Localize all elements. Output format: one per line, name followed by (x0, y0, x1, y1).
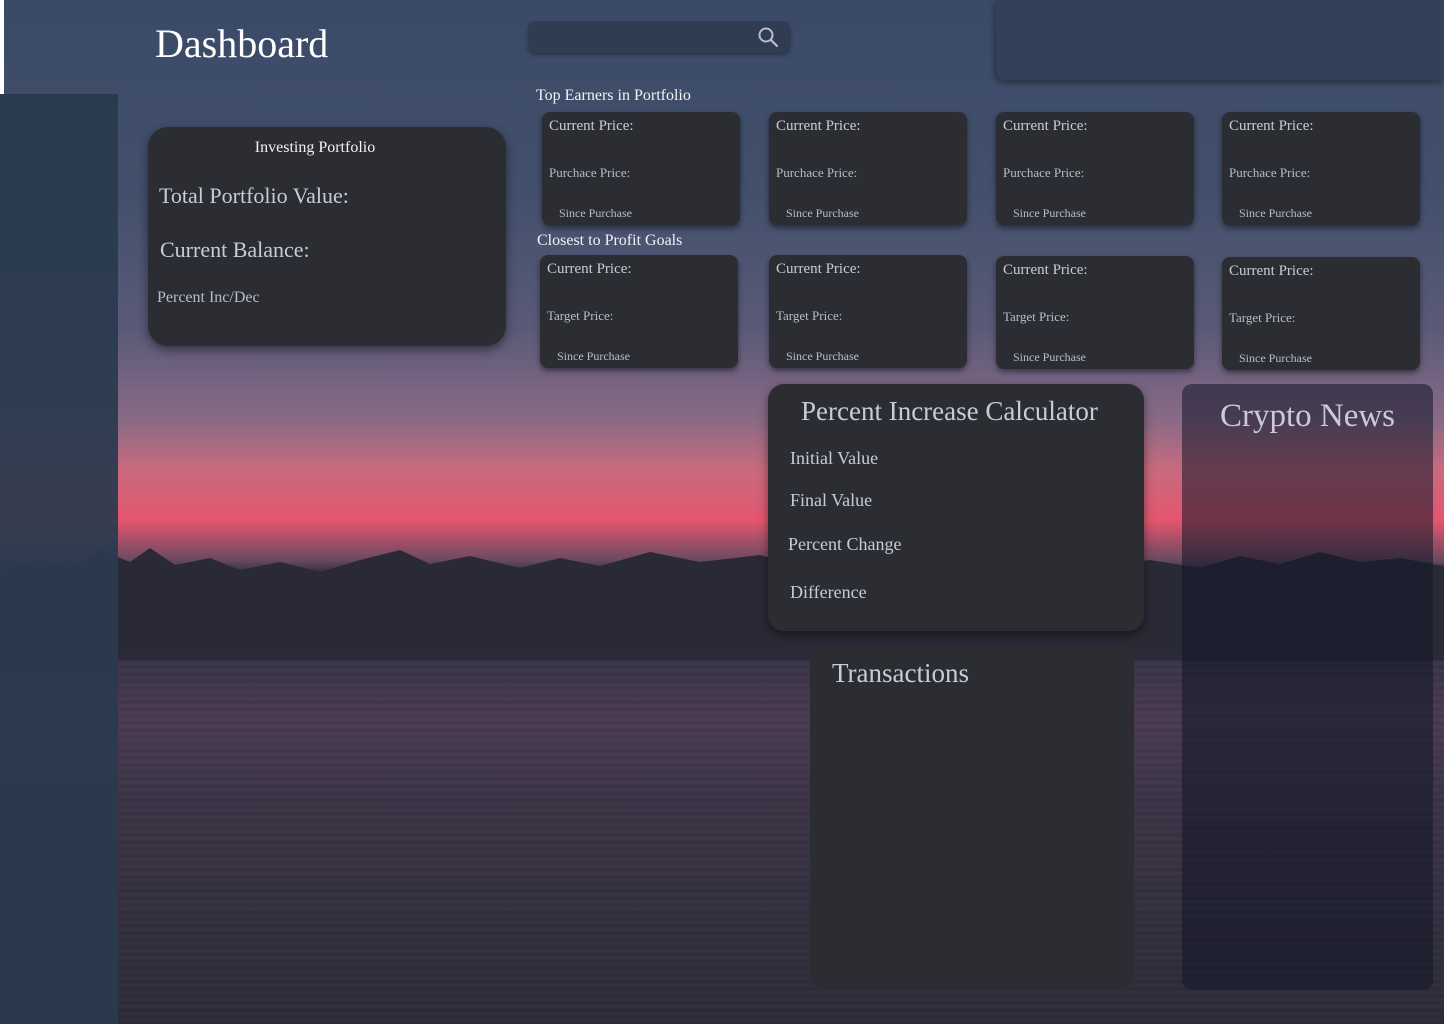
target-price-label: Target Price: (1229, 310, 1296, 325)
search-bar[interactable] (528, 21, 790, 53)
percent-change-output: Percent Change (788, 534, 902, 554)
current-balance-label: Current Balance: (160, 237, 310, 262)
crypto-news-title: Crypto News (1219, 398, 1396, 434)
current-price-label: Current Price: (776, 118, 861, 134)
top-earner-card[interactable]: Current Price: Purchace Price: Since Pur… (769, 112, 967, 225)
since-purchase-label: Since Purchase (1013, 350, 1086, 364)
crypto-news-panel: Crypto News (1182, 384, 1433, 990)
search-input[interactable] (536, 25, 750, 51)
profit-goal-card[interactable]: Current Price: Target Price: Since Purch… (540, 255, 738, 368)
purchase-price-label: Purchace Price: (1229, 165, 1311, 180)
current-price-label: Current Price: (1229, 263, 1314, 279)
current-price-label: Current Price: (547, 261, 632, 277)
purchase-price-label: Purchace Price: (1003, 165, 1085, 180)
purchase-price-label: Purchace Price: (776, 165, 858, 180)
final-value-field[interactable]: Final Value (790, 490, 872, 511)
current-price-label: Current Price: (1003, 118, 1088, 134)
profit-goal-card[interactable]: Current Price: Target Price: Since Purch… (996, 256, 1194, 369)
since-purchase-label: Since Purchase (557, 349, 630, 363)
since-purchase-label: Since Purchase (1013, 206, 1086, 220)
target-price-label: Target Price: (547, 308, 614, 323)
current-price-label: Current Price: (776, 261, 861, 277)
since-purchase-label: Since Purchase (559, 206, 632, 220)
percent-change-label: Percent Inc/Dec (157, 289, 260, 306)
current-price-label: Current Price: (549, 118, 634, 134)
corner-strip (0, 0, 4, 94)
profit-goals-heading: Closest to Profit Goals (537, 232, 683, 249)
target-price-label: Target Price: (1003, 309, 1070, 324)
since-purchase-label: Since Purchase (1239, 206, 1312, 220)
sidebar (0, 94, 118, 1024)
calculator-title: Percent Increase Calculator (801, 396, 1098, 426)
top-earners-heading: Top Earners in Portfolio (536, 87, 691, 104)
profit-goal-card[interactable]: Current Price: Target Price: Since Purch… (769, 255, 967, 368)
top-earner-card[interactable]: Current Price: Purchace Price: Since Pur… (542, 112, 740, 225)
difference-output: Difference (790, 582, 867, 602)
transactions-panel: Transactions (810, 648, 1134, 990)
top-earner-card[interactable]: Current Price: Purchace Price: Since Pur… (996, 112, 1194, 225)
current-price-label: Current Price: (1003, 262, 1088, 278)
target-price-label: Target Price: (776, 308, 843, 323)
portfolio-card: Investing Portfolio Total Portfolio Valu… (148, 127, 506, 346)
since-purchase-label: Since Purchase (786, 206, 859, 220)
top-earner-card[interactable]: Current Price: Purchace Price: Since Pur… (1222, 112, 1420, 225)
total-portfolio-value-label: Total Portfolio Value: (159, 183, 349, 208)
percent-calculator-card: Percent Increase Calculator Initial Valu… (768, 384, 1144, 631)
search-icon[interactable] (756, 25, 780, 49)
portfolio-title: Investing Portfolio (254, 139, 376, 156)
since-purchase-label: Since Purchase (786, 349, 859, 363)
since-purchase-label: Since Purchase (1239, 351, 1312, 365)
page-title: Dashboard (155, 21, 329, 66)
top-right-panel (996, 0, 1444, 80)
purchase-price-label: Purchace Price: (549, 165, 631, 180)
current-price-label: Current Price: (1229, 118, 1314, 134)
initial-value-field[interactable]: Initial Value (790, 448, 878, 469)
profit-goal-card[interactable]: Current Price: Target Price: Since Purch… (1222, 257, 1420, 370)
transactions-title: Transactions (832, 658, 970, 688)
